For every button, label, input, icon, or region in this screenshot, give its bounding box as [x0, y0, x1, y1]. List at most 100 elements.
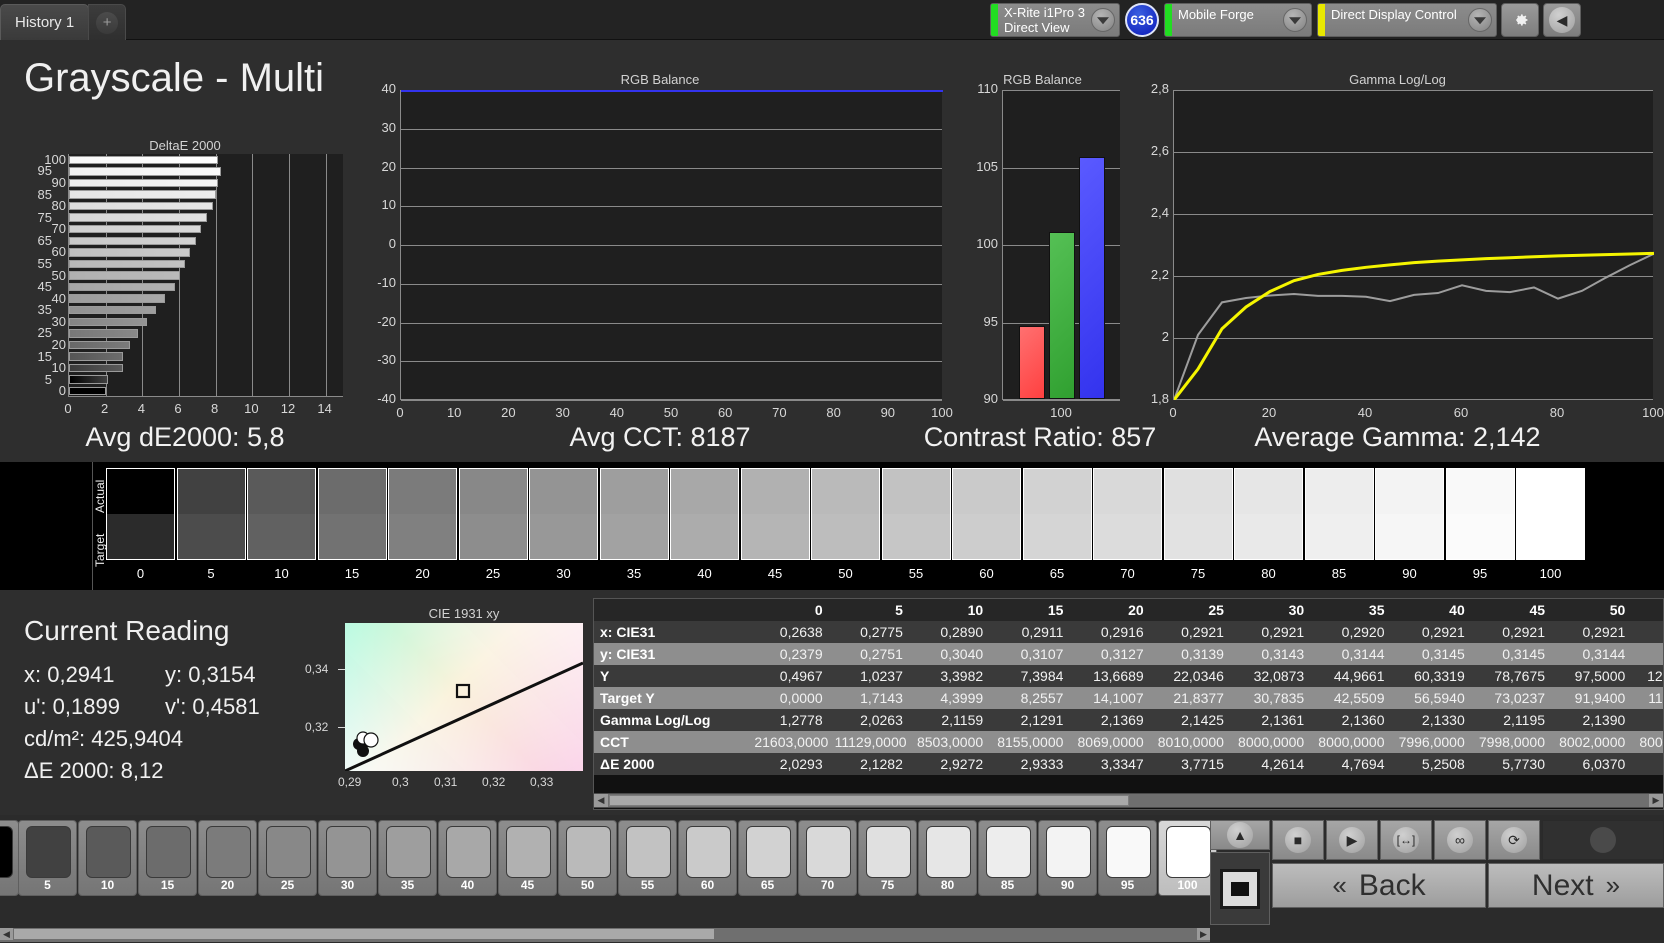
meter-selector[interactable]: X-Rite i1Pro 3 Direct View: [990, 3, 1120, 37]
patch-level-label: 100: [1539, 566, 1562, 581]
swatch-cell-40[interactable]: 40: [438, 820, 497, 896]
patch-target: [1376, 514, 1443, 559]
table-cell: 2,1330: [1390, 709, 1471, 731]
bar: [69, 178, 219, 188]
extra-button[interactable]: [1542, 820, 1664, 860]
table-header-25: 25: [1149, 599, 1230, 621]
scroll-left-icon[interactable]: ◀: [0, 928, 13, 940]
swatch-cell-70[interactable]: 70: [798, 820, 857, 896]
chevron-down-icon[interactable]: [1283, 8, 1307, 32]
patch-target: [953, 514, 1020, 559]
swatch-cell-85[interactable]: 85: [978, 820, 1037, 896]
table-cell: 7,3984: [989, 665, 1070, 687]
back-button[interactable]: « Back: [1272, 863, 1486, 908]
axis-tick-label: 2,6: [1150, 143, 1169, 158]
table-cell: 8002,0000: [1551, 731, 1632, 753]
next-button[interactable]: Next »: [1488, 863, 1664, 908]
table-cell: 0,3139: [1149, 643, 1230, 665]
table-header-blank: [594, 599, 749, 621]
table-row-label: Gamma Log/Log: [594, 709, 749, 731]
patch-actual: [882, 469, 950, 514]
pattern-source-selector[interactable]: Mobile Forge: [1164, 3, 1312, 37]
cie-xtick: 0,3: [392, 775, 409, 789]
chevron-down-icon[interactable]: [1091, 8, 1115, 32]
axis-tick-label: 20: [501, 405, 516, 420]
axis-tick-label: -10: [377, 274, 396, 290]
swatch-cell-95[interactable]: 95: [1098, 820, 1157, 896]
axis-tick-label: 90: [983, 391, 998, 406]
swatch-cell-10[interactable]: 10: [78, 820, 137, 896]
patch-target: [1164, 514, 1232, 559]
table-cell: 0,2920: [1631, 621, 1663, 643]
continuous-button[interactable]: ∞: [1434, 820, 1486, 860]
scroll-thumb[interactable]: [14, 929, 714, 939]
scroll-thumb[interactable]: [609, 795, 1129, 806]
table-row: x: CIE31 0,2638 0,2775 0,2890 0,2911 0,2916 0,…: [594, 621, 1663, 643]
swatch-cell-partial[interactable]: [0, 820, 19, 896]
stop-button[interactable]: ■: [1272, 820, 1324, 860]
patch-target: [741, 514, 809, 559]
swatch-cell-15[interactable]: 15: [138, 820, 197, 896]
swatch-cell-80[interactable]: 80: [918, 820, 977, 896]
table-row-label: CCT: [594, 731, 749, 753]
display-control-stripe: [1318, 4, 1325, 36]
table-cell: 2,1369: [1069, 709, 1150, 731]
swatch-cell-30[interactable]: 30: [318, 820, 377, 896]
patch-actual: [741, 469, 809, 514]
scroll-left-icon[interactable]: ◀: [594, 794, 608, 807]
cie-ytick-mark: [338, 727, 345, 728]
bar: [69, 294, 166, 303]
patch-target: [318, 514, 386, 559]
swatch-cell-65[interactable]: 65: [738, 820, 797, 896]
chevron-down-icon[interactable]: [1468, 8, 1492, 32]
collapse-panel-button[interactable]: ◀: [1543, 3, 1581, 37]
table-horizontal-scrollbar[interactable]: ◀ ▶: [593, 793, 1664, 808]
swatch-horizontal-scrollbar[interactable]: ◀ ▶: [0, 928, 1210, 942]
settings-button[interactable]: [1501, 3, 1539, 37]
table-header-30: 30: [1229, 599, 1311, 621]
summary-avg-de2000: Avg dE2000: 5,8: [85, 422, 285, 452]
swatch-cell-5[interactable]: 5: [18, 820, 77, 896]
swatch-cell-50[interactable]: 50: [558, 820, 617, 896]
patch-level-label: 90: [1402, 566, 1417, 581]
rgb-line-plot-area: [400, 90, 943, 401]
axis-tick-label: 95: [983, 313, 998, 329]
swatch-cell-60[interactable]: 60: [678, 820, 737, 896]
play-button[interactable]: ▶: [1326, 820, 1378, 860]
swatch-cell-45[interactable]: 45: [498, 820, 557, 896]
swatch-cell-25[interactable]: 25: [258, 820, 317, 896]
table-cell: 2,0293: [748, 753, 829, 775]
swatch-cell-90[interactable]: 90: [1038, 820, 1097, 896]
axis-tick-label: 80: [826, 405, 841, 420]
add-tab-button[interactable]: +: [88, 4, 127, 40]
table-cell: 56,5940: [1390, 687, 1471, 709]
chart-rgb-balance-line: RGB Balance -40 -30 -20 -10 0 10 20 30 40 0 10 20 30…: [370, 62, 953, 437]
swatch-color: [1106, 826, 1151, 878]
range-button[interactable]: [↔]: [1380, 820, 1432, 860]
swatch-cell-75[interactable]: 75: [858, 820, 917, 896]
swatch-cell-55[interactable]: 55: [618, 820, 677, 896]
display-control-selector[interactable]: Direct Display Control: [1317, 3, 1497, 37]
patch-actual: [107, 469, 174, 514]
refresh-button[interactable]: ⟳: [1488, 820, 1540, 860]
window-mode-button[interactable]: [1210, 852, 1270, 925]
table-header-15: 15: [989, 599, 1070, 621]
table-cell: 1,0237: [828, 665, 909, 687]
expand-patch-button[interactable]: ▲: [1210, 820, 1270, 850]
swatch-cell-35[interactable]: 35: [378, 820, 437, 896]
swatch-cell-20[interactable]: 20: [198, 820, 257, 896]
table-row: CCT 21603,0000 11129,0000 8503,0000 8155,000…: [594, 731, 1663, 753]
scroll-right-icon[interactable]: ▶: [1649, 794, 1663, 807]
bar-red: [1019, 326, 1045, 399]
patch-actual: [671, 469, 738, 514]
measurements-table-container[interactable]: 0510152025303540455055606570758085909510…: [593, 598, 1664, 810]
swatch-cell-100[interactable]: 100: [1158, 820, 1217, 896]
scroll-right-icon[interactable]: ▶: [1197, 928, 1210, 940]
tab-history-1[interactable]: History 1: [0, 4, 90, 40]
axis-tick-label: 2,4: [1150, 205, 1169, 220]
patch-level-label: 10: [274, 566, 289, 581]
chart-title: DeltaE 2000: [149, 138, 221, 153]
swatch-level-label: 60: [700, 878, 715, 892]
meter-name: X-Rite i1Pro 3: [1004, 5, 1085, 20]
axis-tick-label: 30: [555, 405, 570, 420]
